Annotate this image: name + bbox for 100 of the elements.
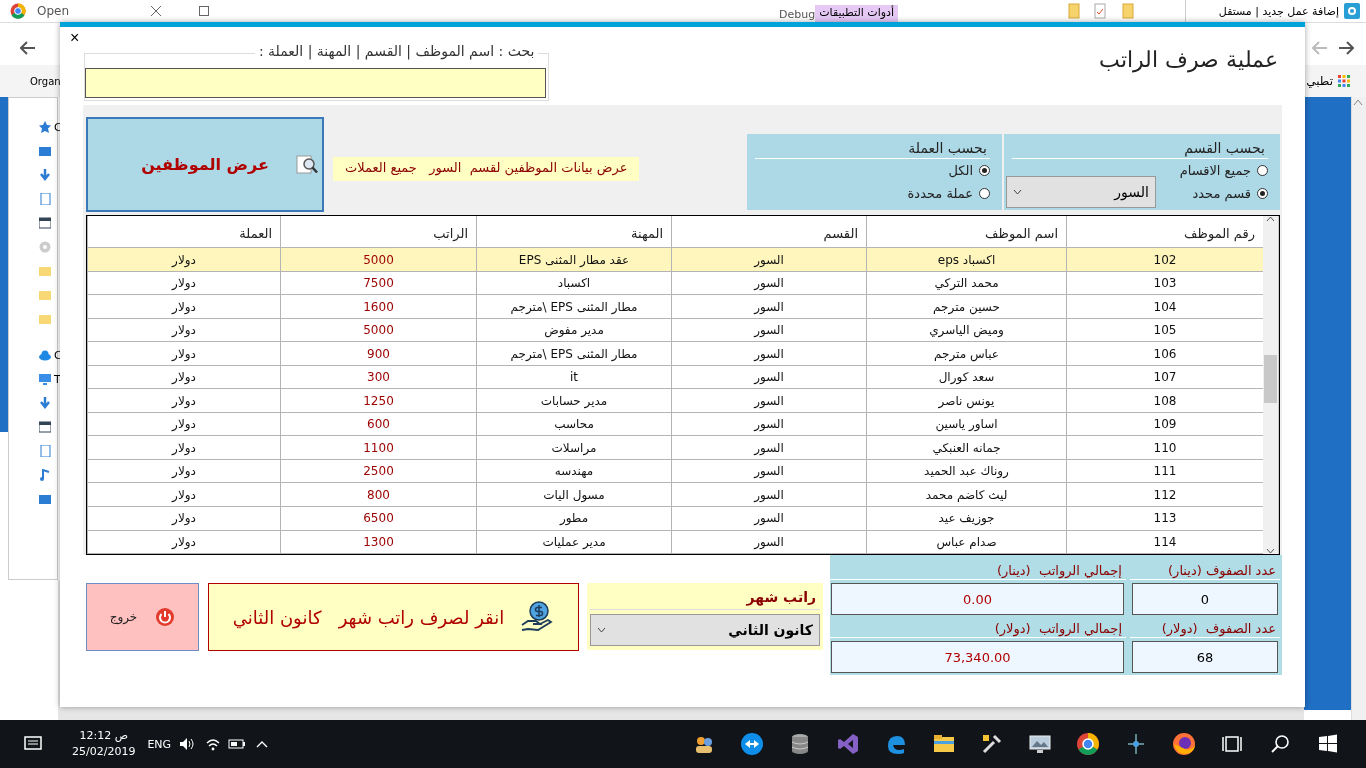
table-cell: اكسباد <box>476 271 671 295</box>
column-header[interactable]: العملة <box>87 216 280 248</box>
table-cell: دولار <box>87 342 280 365</box>
bookmark[interactable]: Organ <box>30 75 61 87</box>
wifi-icon[interactable] <box>205 737 222 751</box>
radio-button[interactable] <box>1257 188 1268 199</box>
table-cell: اكسباد eps <box>866 248 1066 271</box>
pay-salary-button[interactable]: انقر لصرف راتب شهر كانون الثاني <box>208 583 579 651</box>
table-cell: حسين مترجم <box>866 295 1066 318</box>
dropdown-value: السور <box>1114 184 1149 200</box>
apps-grid-icon[interactable] <box>1338 75 1350 87</box>
show-employees-button[interactable]: عرض الموظفين <box>86 117 324 212</box>
window-icon[interactable] <box>39 217 51 229</box>
chrome-icon[interactable] <box>1076 732 1101 756</box>
table-cell: دولار <box>87 412 280 436</box>
table-cell: مهندسه <box>476 459 671 483</box>
month-dropdown[interactable]: كانون الثاني <box>590 614 820 646</box>
table-cell: السور <box>671 248 866 271</box>
window-icon[interactable] <box>39 493 51 505</box>
table-cell: السور <box>671 412 866 436</box>
radio-button[interactable] <box>979 165 990 176</box>
close-button[interactable]: × <box>70 29 80 47</box>
language-indicator[interactable]: ENG <box>147 737 172 751</box>
column-header[interactable]: الراتب <box>280 216 476 248</box>
speaker-icon[interactable] <box>179 737 196 751</box>
table-cell: 5000 <box>280 248 476 271</box>
table-cell: دولار <box>87 436 280 459</box>
radio-label[interactable]: جميع الاقسام <box>1179 163 1251 178</box>
total-label: إجمالي الرواتب (دولار) <box>829 616 1126 638</box>
download-arrow-icon[interactable] <box>39 397 51 409</box>
table-cell: دولار <box>87 459 280 483</box>
document-icon[interactable] <box>39 193 51 205</box>
chevron-up-icon[interactable] <box>256 740 269 748</box>
table-cell: 7500 <box>280 271 476 295</box>
close-icon[interactable] <box>150 5 162 17</box>
battery-icon[interactable] <box>228 738 247 750</box>
exit-button[interactable]: خروج <box>86 583 199 651</box>
debug-label: Debug <box>779 7 816 21</box>
table-cell: جوزيف عيد <box>866 507 1066 530</box>
table-cell: دولار <box>87 530 280 554</box>
table-cell: 1250 <box>280 389 476 412</box>
chevron-down-icon <box>597 627 606 633</box>
scroll-up-icon[interactable] <box>1352 97 1364 107</box>
site-icon <box>1344 3 1360 19</box>
cloud-icon[interactable] <box>39 349 51 361</box>
scroll-thumb[interactable] <box>1264 355 1277 403</box>
radio-label[interactable]: عملة محددة <box>907 186 973 201</box>
firefox-icon[interactable] <box>1172 732 1197 756</box>
window-icon[interactable] <box>39 145 51 157</box>
table-cell: مطار المثنى EPS \مترجم <box>476 342 671 365</box>
department-dropdown[interactable]: السور <box>1006 176 1156 208</box>
column-header[interactable]: المهنة <box>476 216 671 248</box>
teamviewer-icon[interactable] <box>740 732 765 756</box>
table-cell: روناك عبد الحميد <box>866 459 1066 483</box>
chevron-down-icon <box>1013 189 1022 195</box>
download-arrow-icon[interactable] <box>39 169 51 181</box>
dialog-title: عملية صرف الراتب <box>1099 47 1278 75</box>
total-field: 0.00 <box>831 583 1124 615</box>
search-label: بحث : اسم الموظف | القسم | المهنة | العملة : <box>254 43 539 59</box>
radio-label[interactable]: الكل <box>948 163 973 178</box>
table-cell: اساور ياسين <box>866 412 1066 436</box>
music-note-icon[interactable] <box>39 469 51 481</box>
document-icon[interactable] <box>39 445 51 457</box>
table-cell: مطور <box>476 507 671 530</box>
column-header[interactable]: اسم الموظف <box>866 216 1066 248</box>
total-label: إجمالي الرواتب (دينار) <box>829 558 1126 580</box>
table-cell: السور <box>671 459 866 483</box>
table-cell: محاسب <box>476 412 671 436</box>
star-icon[interactable] <box>39 121 51 133</box>
radio-button[interactable] <box>979 188 990 199</box>
window-icon[interactable] <box>39 421 51 433</box>
table-cell: السور <box>671 271 866 295</box>
monitor-icon[interactable] <box>1028 732 1053 756</box>
scroll-down-icon[interactable] <box>1266 548 1275 554</box>
notification-icon[interactable] <box>24 736 42 752</box>
nav-label[interactable]: C <box>54 120 62 134</box>
visual-studio-icon[interactable] <box>836 732 861 756</box>
table-cell: عباس مترجم <box>866 342 1066 365</box>
clock-time[interactable]: 12:12 ص <box>79 728 128 744</box>
scrollbar[interactable] <box>1263 216 1279 554</box>
table-cell: جمانه العنبكي <box>866 436 1066 459</box>
checklist-icon[interactable] <box>1094 3 1107 19</box>
bookmark[interactable]: تطبي <box>1306 74 1333 88</box>
table-cell: دولار <box>87 483 280 506</box>
maximize-icon[interactable] <box>199 6 209 16</box>
clock-date[interactable]: 25/02/2019 <box>72 744 136 760</box>
table-cell: 5000 <box>280 318 476 342</box>
scroll-up-icon[interactable] <box>1266 216 1275 222</box>
nav-label[interactable]: C <box>54 348 62 362</box>
total-label: عدد الصفوف (دينار) <box>1130 558 1280 580</box>
forward-arrow-icon[interactable] <box>1338 41 1354 55</box>
table-cell: السور <box>671 507 866 530</box>
radio-button[interactable] <box>1257 165 1268 176</box>
search-field[interactable] <box>85 68 547 98</box>
column-header[interactable]: القسم <box>671 216 866 248</box>
table-cell: 900 <box>280 342 476 365</box>
toolbar-tab[interactable]: أدوات التطبيقات <box>815 5 899 23</box>
radio-label[interactable]: قسم محدد <box>1192 186 1251 201</box>
tab-title[interactable]: إضافة عمل جديد | مستقل <box>1218 4 1339 18</box>
back-arrow-icon[interactable] <box>20 41 36 55</box>
